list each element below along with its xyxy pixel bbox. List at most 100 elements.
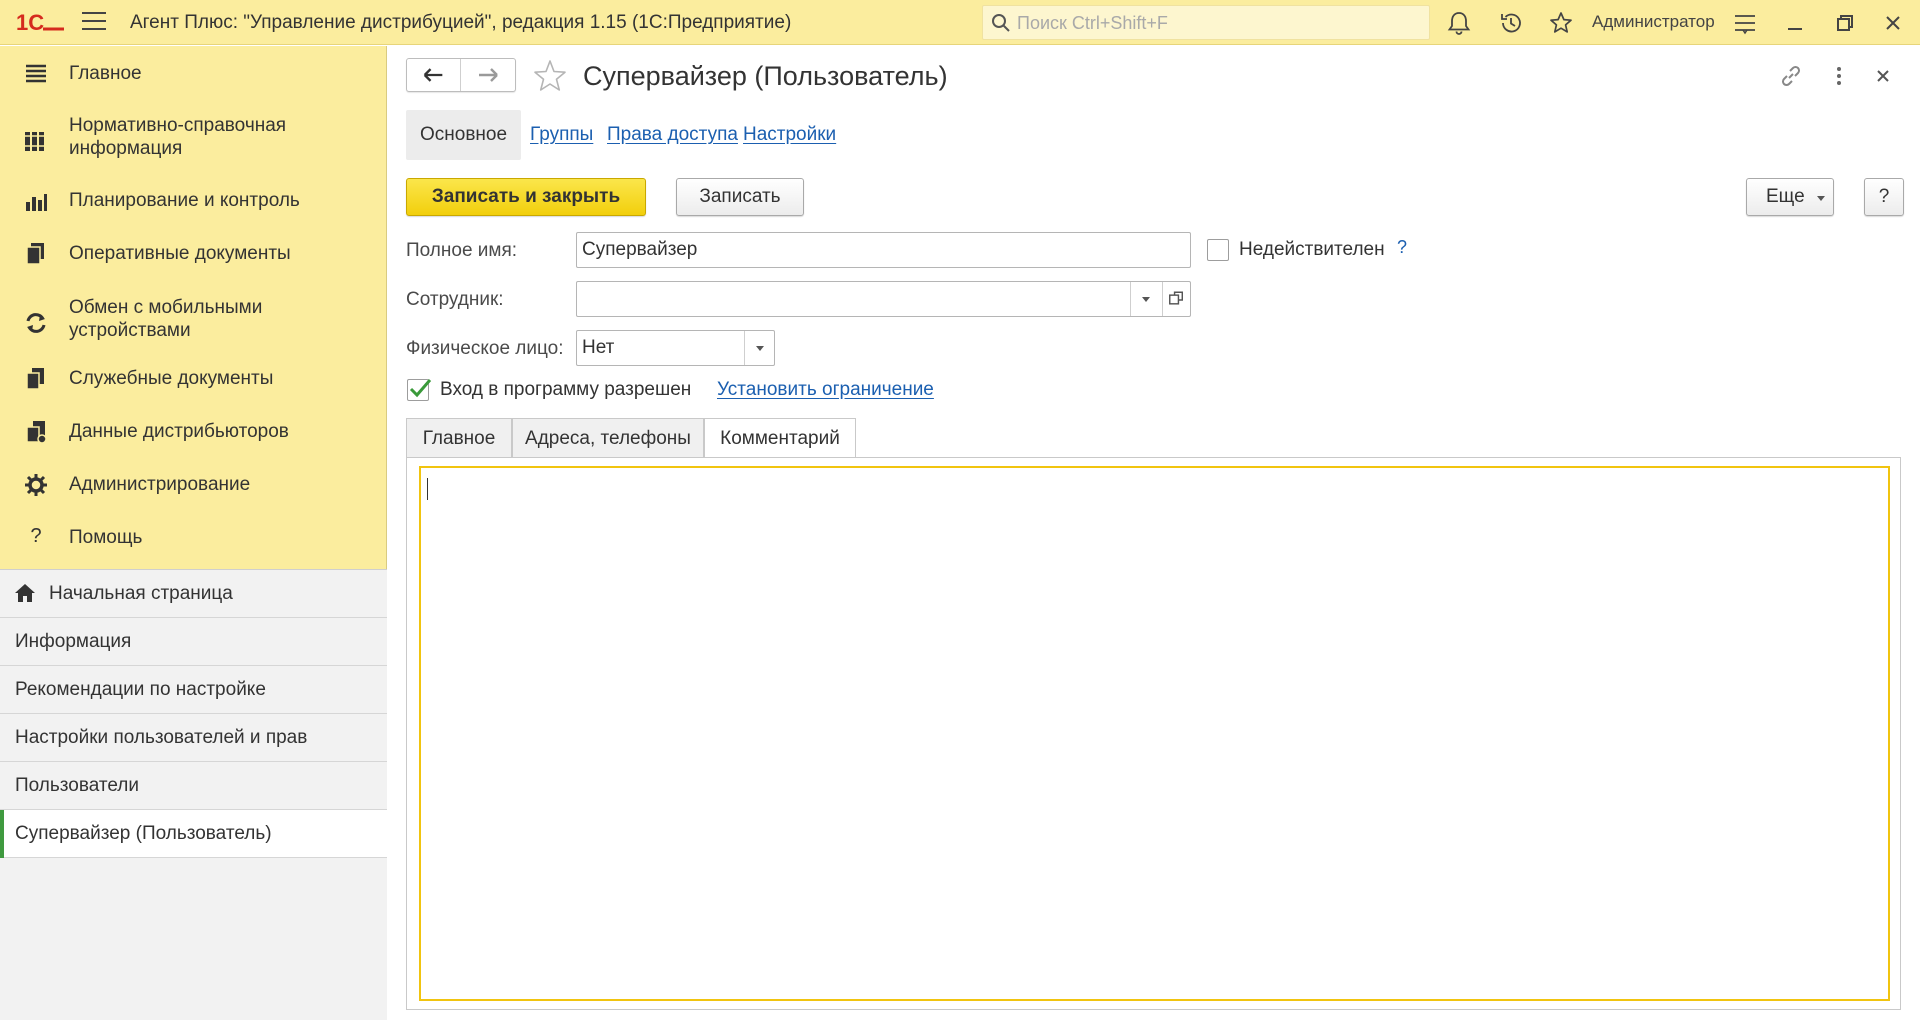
open-window-label: Информация — [15, 631, 132, 652]
gear-icon — [25, 474, 47, 496]
navigation-arrows — [406, 58, 516, 92]
settings-menu-icon[interactable] — [1732, 10, 1758, 36]
search-icon — [992, 14, 1010, 32]
chevron-down-icon — [1817, 196, 1825, 201]
save-button[interactable]: Записать — [676, 178, 804, 216]
minimize-icon[interactable] — [1782, 10, 1808, 36]
invalid-checkbox[interactable] — [1207, 239, 1229, 261]
physical-person-select[interactable]: Нет — [576, 330, 775, 366]
employee-field[interactable] — [576, 281, 1191, 317]
forward-arrow-icon[interactable] — [461, 59, 515, 91]
bar-chart-icon — [26, 194, 47, 211]
physical-person-label: Физическое лицо: — [406, 338, 564, 359]
sidebar-item-operational-docs[interactable]: Оперативные документы — [0, 241, 387, 281]
tab-groups[interactable]: Группы — [530, 110, 593, 160]
sidebar-item-distributor-data[interactable]: Данные дистрибьюторов — [0, 419, 387, 459]
sidebar-item-label: Планирование и контроль — [69, 190, 300, 211]
sidebar-item-label: Оперативные документы — [69, 243, 291, 264]
tab-access-rights[interactable]: Права доступа — [607, 110, 738, 160]
open-window-label: Начальная страница — [49, 583, 233, 604]
sidebar-item-main[interactable]: Главное — [0, 61, 387, 101]
sidebar-item-label: Администрирование — [69, 474, 251, 495]
open-employee-icon[interactable] — [1162, 282, 1190, 316]
open-window-home[interactable]: Начальная страница — [0, 570, 387, 618]
page-tab-addresses-phones[interactable]: Адреса, телефоны — [512, 418, 704, 458]
sidebar-item-planning[interactable]: Планирование и контроль — [0, 188, 387, 228]
sidebar-item-mobile-exchange[interactable]: Обмен с мобильными устройствами — [0, 296, 387, 346]
sidebar-item-service-docs[interactable]: Служебные документы — [0, 366, 387, 406]
app-title: Агент Плюс: "Управление дистрибуцией", р… — [130, 12, 792, 33]
link-icon[interactable] — [1778, 63, 1804, 89]
open-window-label: Супервайзер (Пользователь) — [15, 823, 272, 844]
title-bar: 1C Агент Плюс: "Управление дистрибуцией"… — [0, 0, 1920, 45]
back-arrow-icon[interactable] — [407, 59, 461, 91]
sidebar-item-label: Главное — [69, 63, 142, 84]
main-menu-icon[interactable] — [82, 12, 106, 32]
current-user[interactable]: Администратор — [1592, 12, 1715, 32]
service-docs-icon — [26, 368, 44, 390]
add-to-favorites-star-icon[interactable] — [532, 58, 568, 94]
more-actions-icon[interactable] — [1826, 63, 1852, 89]
1c-logo[interactable]: 1C — [16, 9, 66, 35]
physical-person-dropdown-button[interactable] — [744, 331, 774, 365]
restore-icon[interactable] — [1832, 10, 1858, 36]
comment-textarea[interactable] — [419, 466, 1890, 1001]
user-form: Супервайзер (Пользователь) Основное Груп… — [388, 46, 1920, 1020]
open-window-label: Настройки пользователей и прав — [15, 727, 308, 748]
invalid-label: Недействителен — [1239, 239, 1385, 260]
checkmark-icon — [409, 379, 432, 398]
search-input[interactable] — [1015, 10, 1415, 36]
page-tabs: Главное Адреса, телефоны Комментарий — [406, 418, 1901, 459]
svg-text:1C: 1C — [16, 10, 44, 35]
physical-person-value: Нет — [582, 337, 615, 358]
full-name-label: Полное имя: — [406, 240, 518, 261]
sections-panel: Главное Нормативно-справочная информация… — [0, 46, 387, 1020]
full-name-field[interactable]: Супервайзер — [576, 232, 1191, 268]
form-title: Супервайзер (Пользователь) — [583, 61, 948, 91]
sidebar-item-label: Нормативно-справочная информация — [69, 115, 287, 159]
open-window-label: Рекомендации по настройке — [15, 679, 266, 700]
open-window-setup-recommendations[interactable]: Рекомендации по настройке — [0, 666, 387, 714]
sidebar-item-reference[interactable]: Нормативно-справочная информация — [0, 114, 387, 164]
help-button[interactable]: ? — [1864, 178, 1904, 216]
employee-dropdown-button[interactable] — [1130, 282, 1160, 316]
more-button[interactable]: Еще — [1746, 178, 1834, 216]
open-window-user-rights-settings[interactable]: Настройки пользователей и прав — [0, 714, 387, 762]
open-windows-panel: Начальная страница Информация Рекомендац… — [0, 569, 387, 1020]
more-button-label: Еще — [1766, 186, 1805, 207]
sidebar-item-label: Данные дистрибьюторов — [69, 421, 289, 442]
favorites-star-icon[interactable] — [1548, 10, 1574, 36]
invalid-help-icon[interactable]: ? — [1397, 237, 1407, 258]
sync-icon — [26, 313, 46, 333]
sidebar-item-help[interactable]: ? Помощь — [0, 525, 387, 565]
text-cursor — [427, 478, 428, 500]
sidebar-item-label: Помощь — [69, 527, 143, 548]
sidebar-item-label: Обмен с мобильными устройствами — [69, 297, 263, 341]
distributor-data-icon — [26, 421, 47, 444]
page-tab-comment[interactable]: Комментарий — [704, 418, 856, 459]
sidebar-item-administration[interactable]: Администрирование — [0, 472, 387, 512]
open-window-supervisor-user[interactable]: Супервайзер (Пользователь) — [0, 810, 387, 858]
tab-settings[interactable]: Настройки — [743, 110, 836, 160]
save-and-close-button[interactable]: Записать и закрыть — [406, 178, 646, 216]
open-window-users[interactable]: Пользователи — [0, 762, 387, 810]
open-window-label: Пользователи — [15, 775, 140, 796]
documents-icon — [26, 243, 44, 265]
tab-main[interactable]: Основное — [406, 110, 522, 160]
login-allowed-label: Вход в программу разрешен — [440, 379, 692, 400]
sidebar-item-label: Служебные документы — [69, 368, 274, 389]
search-box[interactable] — [982, 5, 1430, 40]
reference-books-icon — [25, 132, 44, 151]
full-name-value: Супервайзер — [582, 239, 698, 260]
close-window-icon[interactable] — [1880, 10, 1906, 36]
history-icon[interactable] — [1498, 10, 1524, 36]
menu-lines-icon — [26, 64, 46, 83]
open-window-information[interactable]: Информация — [0, 618, 387, 666]
question-icon: ? — [30, 525, 42, 547]
page-tab-main[interactable]: Главное — [406, 418, 512, 458]
close-form-icon[interactable] — [1870, 63, 1896, 89]
set-restriction-link[interactable]: Установить ограничение — [717, 379, 934, 401]
login-allowed-checkbox[interactable] — [407, 379, 432, 401]
employee-label: Сотрудник: — [406, 289, 504, 310]
bell-icon[interactable] — [1446, 10, 1472, 36]
